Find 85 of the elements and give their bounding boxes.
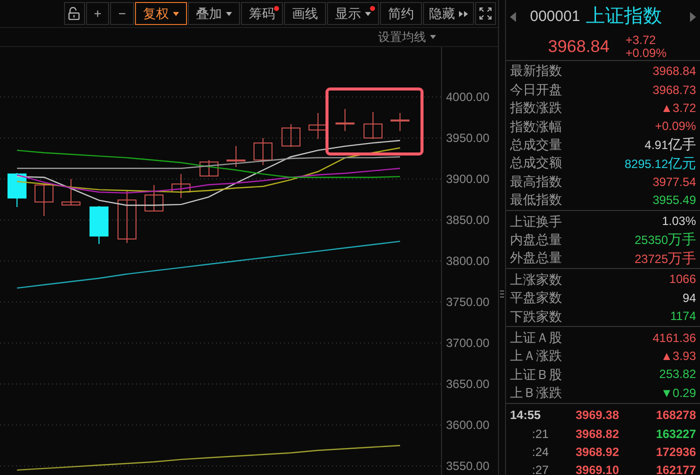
change-percent: +0.09% (625, 47, 666, 60)
y-axis-label: 3600.00 (446, 418, 490, 432)
tick-time: :24 (531, 444, 550, 461)
stat-value: 4161.36 (652, 330, 696, 347)
stat-value: 1.03% (662, 213, 696, 230)
index-price: 3968.84 (548, 36, 610, 58)
toolbar-button[interactable]: 筹码 (241, 2, 283, 25)
fullscreen-icon (479, 7, 492, 20)
tick-time: :27 (531, 462, 550, 475)
stat-value: 3955.49 (652, 192, 696, 209)
tick-volume: 162177 (654, 462, 696, 475)
caret-icon (226, 12, 232, 16)
tick-volume: 172936 (654, 444, 696, 461)
y-axis-label: 3900.00 (446, 172, 490, 186)
double-arrow-icon (459, 10, 468, 16)
lock-button[interactable] (64, 2, 85, 25)
stat-label: 指数涨跌 (510, 99, 562, 118)
stat-label: 上证Ｂ股 (510, 366, 562, 384)
stat-label: 最新指数 (510, 62, 562, 80)
stat-label: 最低指数 (510, 191, 562, 210)
stat-value: ▲3.72 (660, 100, 696, 117)
toolbar-button[interactable]: 画线 (284, 2, 326, 25)
grip-icon (500, 290, 504, 298)
lock-icon (68, 7, 80, 20)
stat-label: 上Ｂ涨跌 (510, 384, 562, 402)
stat-value: 3968.84 (652, 63, 696, 80)
toolbar-button[interactable]: 显示 (327, 2, 379, 25)
stat-value: 23725万手 (634, 248, 696, 268)
stat-label: 最高指数 (510, 172, 562, 191)
tick-volume: 163227 (654, 426, 696, 443)
toolbar-button[interactable]: 复权 (135, 2, 187, 25)
toolbar-button[interactable]: 简约 (380, 2, 422, 25)
right-arrow-icon (690, 12, 696, 22)
stat-label: 平盘家数 (510, 289, 562, 308)
y-axis-label: 3700.00 (446, 336, 490, 350)
stat-label: 总成交量 (510, 136, 562, 154)
stat-value: 3977.54 (652, 174, 696, 191)
stat-label: 今日开盘 (510, 80, 562, 99)
index-code: 000001 (530, 6, 580, 27)
stat-value: ▼0.29 (660, 384, 696, 402)
stat-label: 上证换手 (510, 212, 562, 231)
tick-price: 3969.10 (574, 462, 620, 475)
stat-value: 94 (682, 290, 696, 307)
tick-time: 14:55 (510, 407, 542, 424)
tick-price: 3968.92 (574, 444, 620, 461)
tick-price: 3968.82 (574, 426, 620, 443)
caret-icon (430, 35, 436, 39)
y-axis-label: 3750.00 (446, 294, 490, 309)
stat-value: 25350万手 (634, 230, 696, 250)
y-axis-label: 3650.00 (446, 376, 490, 391)
caret-icon (365, 12, 371, 16)
y-axis-label: 3800.00 (446, 254, 490, 268)
stat-value: 8295.12亿元 (624, 154, 696, 173)
stat-label: 内盘总量 (510, 230, 562, 249)
y-axis-label: 3950.00 (446, 131, 490, 145)
stat-label: 指数涨幅 (510, 118, 562, 136)
index-name: 上证指数 (586, 4, 662, 29)
stat-value: 3968.73 (652, 82, 696, 99)
caret-icon (173, 12, 179, 16)
tick-volume: 168278 (654, 407, 696, 424)
ma-settings-button[interactable]: 设置均线 (378, 28, 436, 46)
stat-value: ▲3.93 (660, 348, 696, 366)
stat-label: 总成交额 (510, 154, 562, 172)
hide-button[interactable]: 隐藏 (423, 2, 474, 25)
stat-label: 上涨家数 (510, 270, 562, 289)
y-axis-label: 4000.00 (446, 90, 490, 104)
stat-value: 1174 (670, 308, 696, 326)
toolbar-button[interactable]: − (110, 2, 134, 25)
toolbar-button[interactable]: + (86, 2, 110, 25)
y-axis-label: 3850.00 (446, 213, 490, 227)
y-axis-label: 3550.00 (446, 458, 490, 473)
stat-value: 1066 (669, 271, 696, 288)
price-change: +3.72 (625, 34, 657, 47)
stat-label: 上Ａ涨跌 (510, 347, 562, 366)
toolbar-button[interactable]: 叠加 (188, 2, 240, 25)
stat-value: 253.82 (659, 366, 696, 384)
tick-price: 3969.38 (574, 407, 620, 424)
tick-time: :21 (531, 426, 550, 443)
stat-label: 下跌家数 (510, 308, 562, 326)
fullscreen-button[interactable] (475, 2, 496, 25)
stat-label: 外盘总量 (510, 249, 562, 268)
stat-label: 上证Ａ股 (510, 328, 562, 347)
left-arrow-icon (510, 12, 516, 22)
stat-value: 4.91亿手 (644, 135, 696, 154)
stat-value: +0.09% (654, 118, 696, 136)
